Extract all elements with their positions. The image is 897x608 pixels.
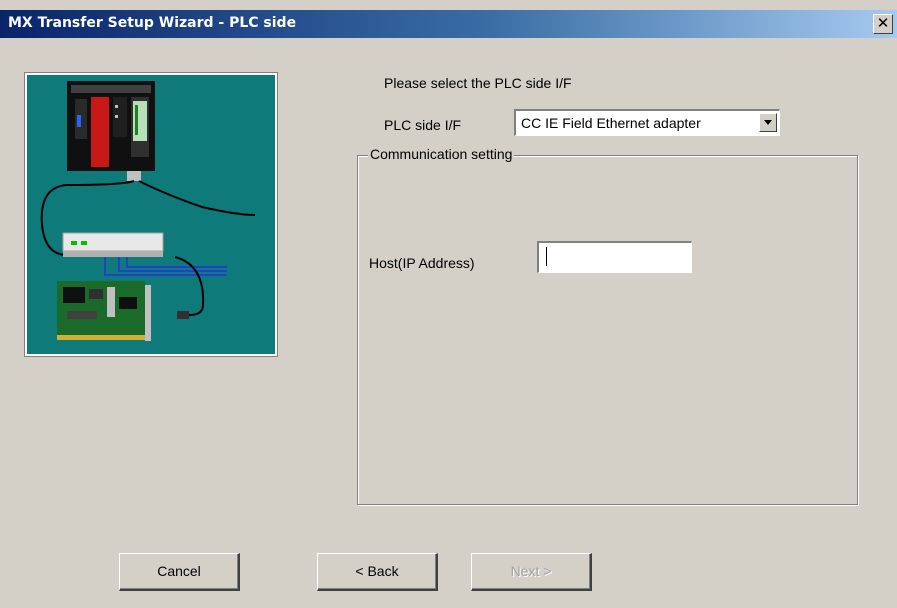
host-ip-label: Host(IP Address) xyxy=(369,255,475,271)
plc-side-if-selected: CC IE Field Ethernet adapter xyxy=(521,115,701,131)
iface-prompt: Please select the PLC side I/F xyxy=(384,75,572,91)
wizard-window: MX Transfer Setup Wizard - PLC side ✕ Pl… xyxy=(0,0,897,608)
plc-network-diagram-icon xyxy=(27,75,275,354)
close-button[interactable]: ✕ xyxy=(873,14,893,34)
next-button[interactable]: Next > xyxy=(471,553,592,591)
host-ip-input[interactable] xyxy=(537,241,692,273)
plc-network-illustration xyxy=(24,72,278,357)
chevron-down-icon[interactable] xyxy=(759,113,777,132)
plc-side-if-label: PLC side I/F xyxy=(384,117,462,133)
plc-side-if-dropdown[interactable]: CC IE Field Ethernet adapter xyxy=(514,109,780,136)
title-bar[interactable]: MX Transfer Setup Wizard - PLC side ✕ xyxy=(0,10,897,38)
communication-setting-title: Communication setting xyxy=(368,146,515,162)
window-title: MX Transfer Setup Wizard - PLC side xyxy=(8,15,297,31)
text-caret xyxy=(546,247,547,266)
cancel-button[interactable]: Cancel xyxy=(119,553,240,591)
close-icon: ✕ xyxy=(876,15,890,32)
communication-setting-group xyxy=(357,155,858,505)
back-button[interactable]: < Back xyxy=(317,553,438,591)
